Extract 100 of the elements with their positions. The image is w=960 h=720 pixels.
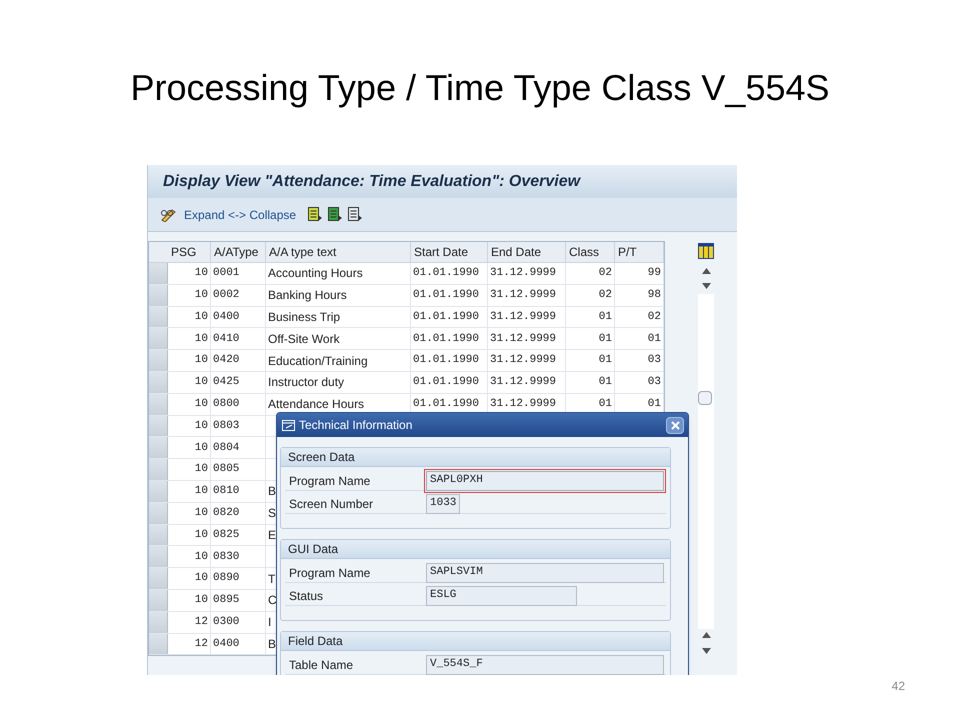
table-cell-text: 10 xyxy=(194,266,208,282)
row-selector[interactable] xyxy=(149,634,168,654)
row-selector[interactable] xyxy=(149,306,168,328)
value-field[interactable]: SAPL0PXH xyxy=(426,470,664,490)
table-cell-text: 0830 xyxy=(213,550,240,564)
table-cell-text: 10 xyxy=(194,440,208,456)
table-cell-text: 01 xyxy=(598,396,612,412)
table-cell-text: 01 xyxy=(598,332,612,347)
row-selector[interactable] xyxy=(149,502,168,524)
table-cell-text: 10 xyxy=(194,462,208,478)
table-cell-text: 0420 xyxy=(213,353,240,368)
section-title: Field Data xyxy=(288,633,343,650)
table-cell-text: 0820 xyxy=(213,506,240,521)
table-cell-text: 0895 xyxy=(213,593,240,608)
value-field[interactable]: 1033 xyxy=(426,494,460,514)
window-title: Display View "Attendance: Time Evaluation": Overview xyxy=(163,172,580,192)
table-cell-text: 0400 xyxy=(213,310,240,325)
close-button[interactable] xyxy=(666,416,684,434)
scroll-thumb[interactable] xyxy=(698,391,712,405)
table-cell-text: 31.12.9999 xyxy=(490,375,556,390)
table-cell-text: 0400 xyxy=(213,636,240,652)
table-cell-text: 01 xyxy=(648,332,661,347)
column-header[interactable]: P/T xyxy=(615,242,664,262)
table-cell-text: 12 xyxy=(194,636,208,652)
table-cell-text: 10 xyxy=(194,550,208,564)
table-cell-text: 10 xyxy=(194,571,208,586)
table-cell-text: 0805 xyxy=(213,462,240,478)
value-field[interactable]: ESLG xyxy=(426,586,577,606)
pencil-glasses-icon[interactable] xyxy=(160,208,178,222)
table-cell-text: 0804 xyxy=(213,440,240,456)
table-cell-text: Banking Hours xyxy=(268,287,347,304)
field-label: Screen Number xyxy=(288,496,374,512)
table-cell-text: 10 xyxy=(194,375,208,390)
field-label: Table Name xyxy=(288,656,354,674)
scroll-up-icon[interactable] xyxy=(702,268,710,274)
table-cell-text: 10 xyxy=(194,396,208,412)
row-selector[interactable] xyxy=(149,480,168,502)
table-cell-text: I xyxy=(268,614,272,632)
row-selector[interactable] xyxy=(149,350,168,371)
row-selector[interactable] xyxy=(149,284,168,306)
column-header[interactable]: End Date xyxy=(488,242,566,262)
table-cell-text: Business Trip xyxy=(268,308,340,326)
scroll-down-icon[interactable] xyxy=(702,648,710,654)
table-cell-text: E xyxy=(268,526,276,544)
table-cell-text: 10 xyxy=(194,418,208,434)
table-cell-text: 10 xyxy=(194,353,208,368)
table-cell-text: 01.01.1990 xyxy=(413,353,480,368)
row-selector[interactable] xyxy=(149,568,168,589)
list-icon[interactable] xyxy=(348,207,362,222)
table-cell-text: Education/Training xyxy=(268,352,368,370)
page-number: 42 xyxy=(892,678,905,695)
table-cell-text: 10 xyxy=(194,332,208,347)
row-selector[interactable] xyxy=(149,394,168,415)
column-header[interactable]: Class xyxy=(566,242,615,262)
column-header[interactable]: A/A type text xyxy=(266,242,411,262)
row-selector[interactable] xyxy=(149,612,168,633)
table-cell-text: 0300 xyxy=(213,614,240,630)
table-cell-text: 01 xyxy=(598,353,612,368)
table-cell-text: 31.12.9999 xyxy=(490,332,556,347)
table-cell-text: 01.01.1990 xyxy=(413,332,480,347)
table-cell-text: Attendance Hours xyxy=(268,396,364,414)
scroll-up-icon[interactable] xyxy=(702,632,710,638)
list-icon[interactable] xyxy=(308,207,322,222)
row-selector[interactable] xyxy=(149,416,168,436)
table-cell-text: C xyxy=(268,592,277,610)
table-cell-text: 0410 xyxy=(213,332,240,347)
table-cell-text: 31.12.9999 xyxy=(490,353,556,368)
column-header[interactable]: A/AType xyxy=(211,242,266,262)
row-selector[interactable] xyxy=(149,546,168,568)
row-selector[interactable] xyxy=(149,328,168,350)
column-settings-icon[interactable] xyxy=(698,243,714,259)
table-cell-text: 10 xyxy=(194,506,208,521)
field-label: Status xyxy=(288,588,324,604)
value-field[interactable]: SAPLSVIM xyxy=(426,562,664,582)
table-cell-text: 0825 xyxy=(213,528,240,543)
table-cell-text: 03 xyxy=(648,375,661,390)
row-selector[interactable] xyxy=(149,524,168,546)
table-cell-text: 01.01.1990 xyxy=(413,375,480,390)
row-selector[interactable] xyxy=(149,372,168,393)
field-value: V_554S_F xyxy=(430,657,483,672)
row-selector[interactable] xyxy=(149,437,168,458)
field-label: Program Name xyxy=(288,472,372,490)
value-field[interactable]: V_554S_F xyxy=(426,654,664,674)
row-selector[interactable] xyxy=(149,459,168,480)
slide-title: Processing Type / Time Type Class V_554S xyxy=(130,66,830,110)
table-cell-text: B xyxy=(268,483,276,500)
table-cell-text: 0800 xyxy=(213,396,240,412)
table-cell-text: 0425 xyxy=(213,375,240,390)
list-icon[interactable] xyxy=(328,207,342,222)
field-label: Program Name xyxy=(288,564,372,582)
table-cell-text: 01.01.1990 xyxy=(413,266,480,282)
table-cell-text: 10 xyxy=(194,310,208,325)
expand-collapse-button[interactable]: Expand <-> Collapse xyxy=(184,206,296,224)
scroll-down-icon[interactable] xyxy=(702,283,710,289)
column-header[interactable]: PSG xyxy=(168,242,211,262)
column-header[interactable]: Start Date xyxy=(411,242,488,262)
field-value: SAPLSVIM xyxy=(430,565,483,580)
table-cell-text: 10 xyxy=(194,593,208,608)
row-selector[interactable] xyxy=(149,590,168,611)
row-selector[interactable] xyxy=(149,263,168,284)
